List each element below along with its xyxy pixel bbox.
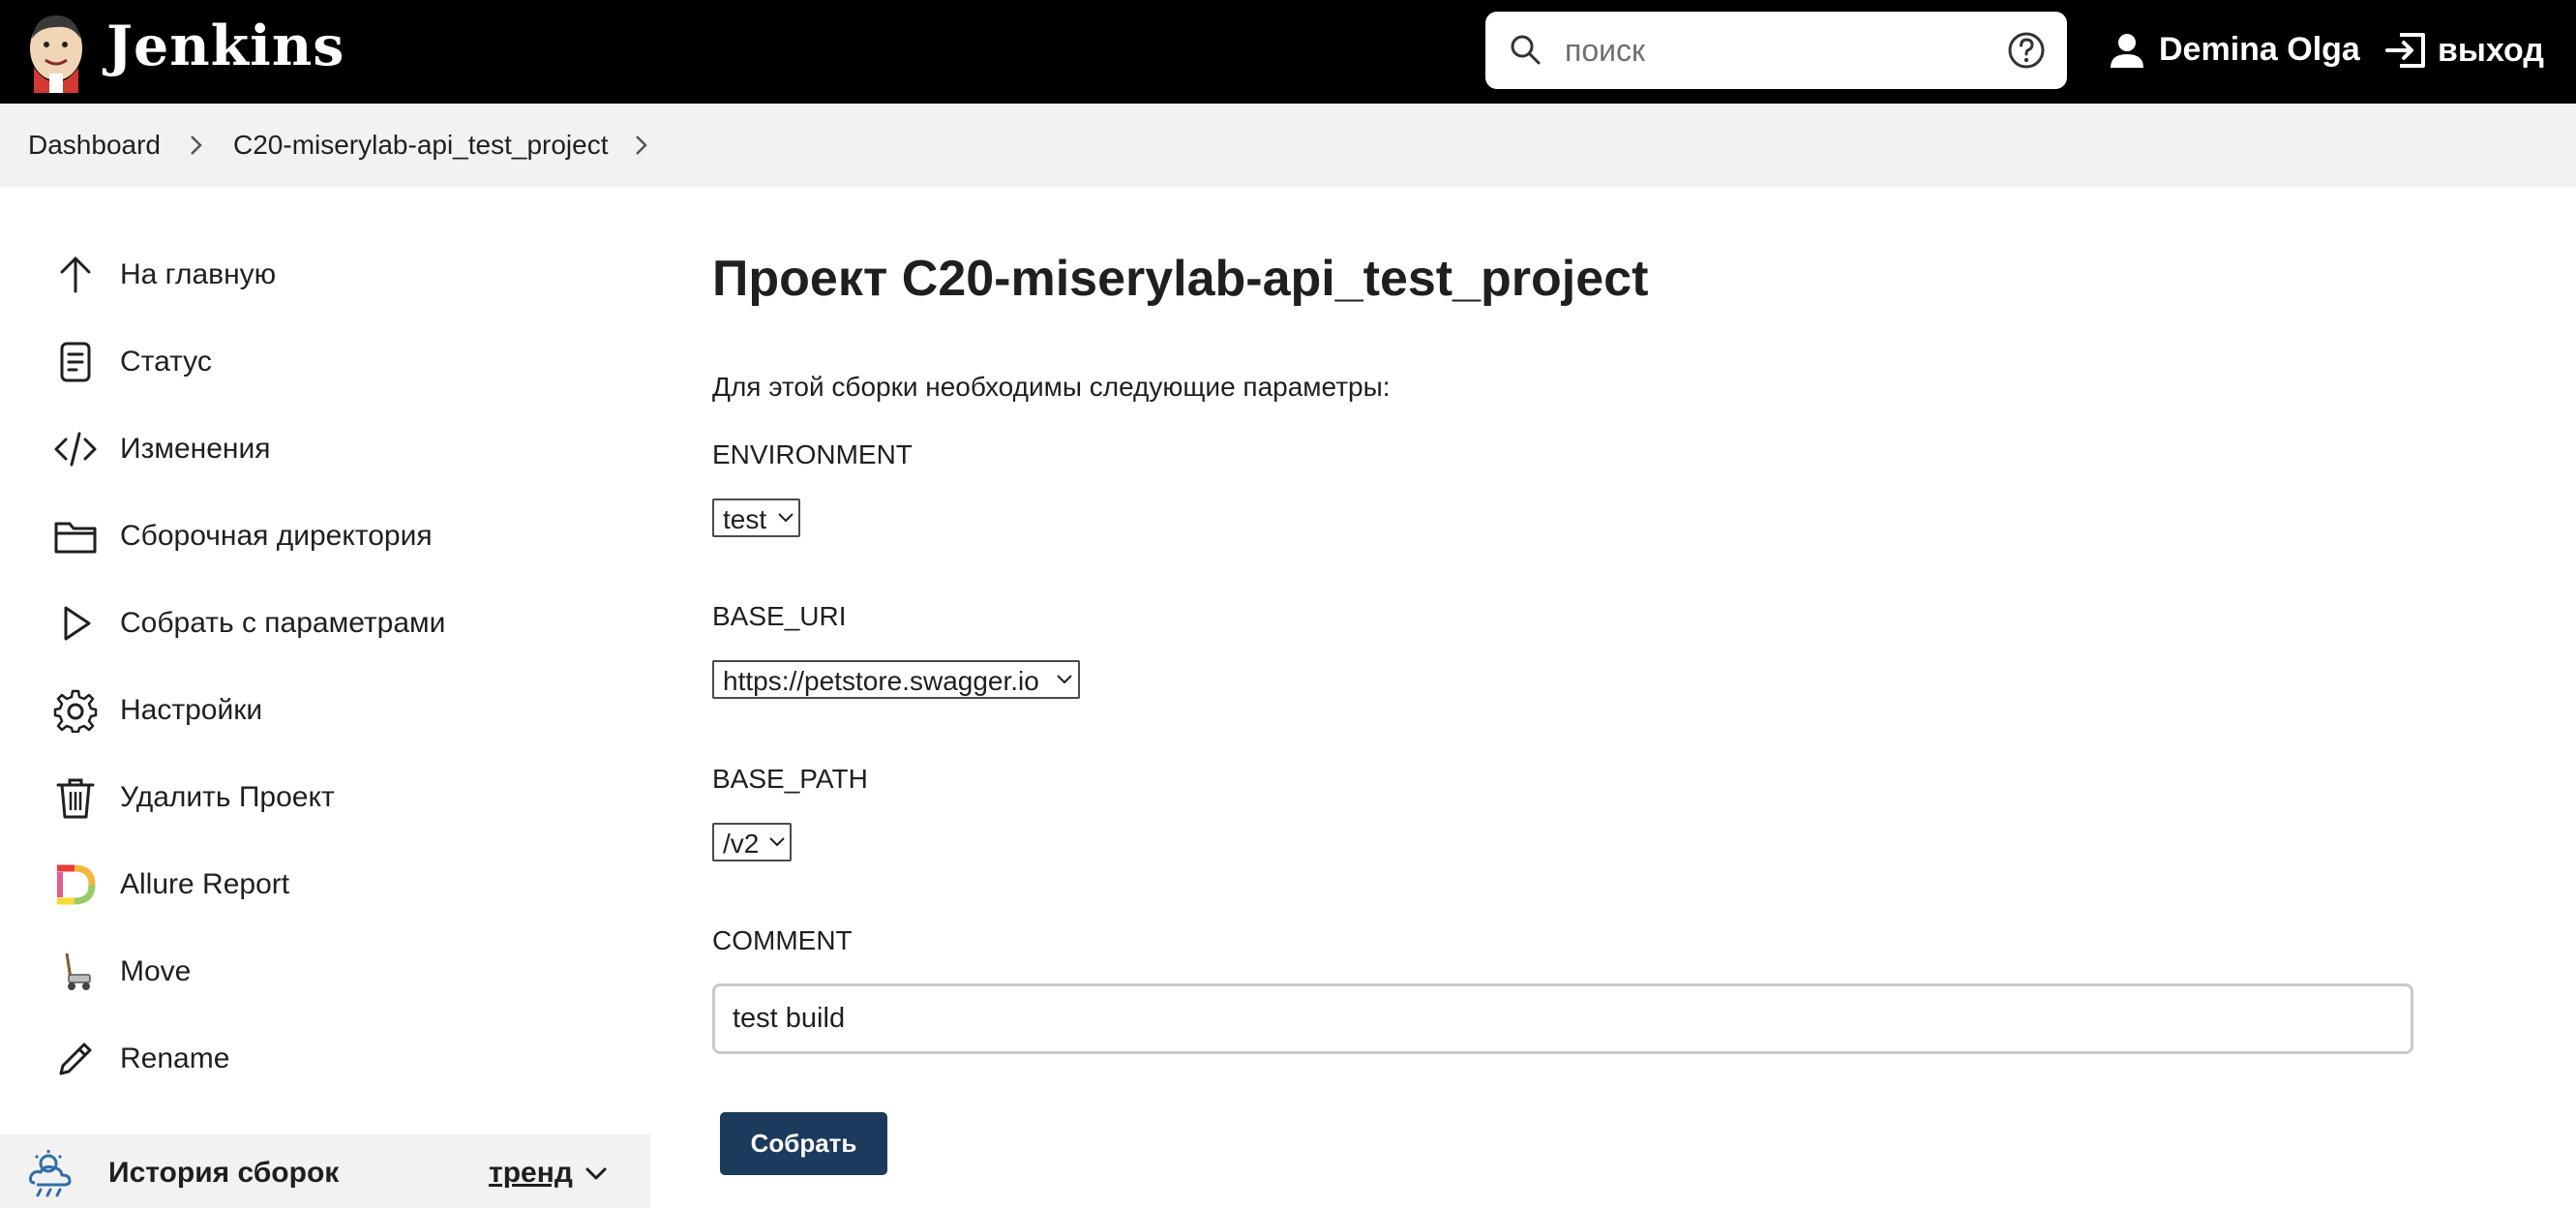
sidebar-item-label: Allure Report <box>120 868 290 900</box>
code-icon <box>54 432 97 467</box>
move-icon <box>65 952 91 990</box>
breadcrumb-project[interactable]: C20-miserylab-api_test_project <box>233 130 609 161</box>
trash-icon <box>56 778 95 819</box>
sidebar-item-status[interactable]: Статус <box>0 318 650 406</box>
parameters-intro: Для этой сборки необходимы следующие пар… <box>712 372 1391 402</box>
chevron-right-icon <box>191 136 202 155</box>
build-button[interactable]: Собрать <box>720 1112 887 1175</box>
play-icon <box>64 606 91 641</box>
page-title: Проект C20-miserylab-api_test_project <box>712 251 1649 307</box>
jenkins-logo-icon[interactable] <box>26 10 86 93</box>
breadcrumb: Dashboard C20-miserylab-api_test_project <box>0 104 2576 187</box>
param-label-base-path: BASE_PATH <box>712 764 868 794</box>
select-value: https://petstore.swagger.io <box>723 666 1039 696</box>
sidebar-item-label: Сборочная директория <box>120 520 433 552</box>
base-path-select[interactable]: /v2 <box>712 823 792 861</box>
sidebar-item-workspace[interactable]: Сборочная директория <box>0 493 650 580</box>
folder-icon <box>54 522 97 554</box>
top-header: Jenkins Demina Olga выход <box>0 0 2576 104</box>
sidebar-item-build-with-parameters[interactable]: Собрать с параметрами <box>0 580 650 667</box>
trend-link[interactable]: тренд <box>489 1157 573 1190</box>
search-icon <box>1511 35 1541 65</box>
build-history-panel: История сборок тренд <box>0 1134 650 1208</box>
select-value: /v2 <box>723 829 760 859</box>
param-label-comment: COMMENT <box>712 925 853 955</box>
arrow-up-icon <box>60 257 91 293</box>
help-icon[interactable] <box>2007 31 2046 70</box>
chevron-down-icon <box>778 513 794 523</box>
param-label-environment: ENVIRONMENT <box>712 439 913 469</box>
sidebar-item-changes[interactable]: Изменения <box>0 406 650 493</box>
user-name-link[interactable]: Demina Olga <box>2159 31 2360 69</box>
sidebar-item-move[interactable]: Move <box>0 928 650 1015</box>
sidebar-item-settings[interactable]: Настройки <box>0 667 650 754</box>
logout-link[interactable]: выход <box>2438 32 2544 70</box>
comment-input[interactable] <box>712 983 2413 1054</box>
user-icon[interactable] <box>2108 31 2146 70</box>
sidebar-item-rename[interactable]: Rename <box>0 1015 650 1102</box>
weather-icon <box>29 1150 72 1197</box>
param-label-base-uri: BASE_URI <box>712 601 847 631</box>
sidebar-item-label: Статус <box>120 346 212 378</box>
pencil-icon <box>59 1042 92 1075</box>
build-history-title: История сборок <box>108 1157 340 1189</box>
base-uri-select[interactable]: https://petstore.swagger.io <box>712 660 1080 699</box>
select-value: test <box>723 504 767 534</box>
sidebar-item-home[interactable]: На главную <box>0 231 650 318</box>
logout-icon[interactable] <box>2384 31 2427 70</box>
environment-select[interactable]: test <box>712 498 800 537</box>
breadcrumb-dashboard[interactable]: Dashboard <box>28 130 161 161</box>
gear-icon <box>53 689 98 733</box>
sidebar-item-label: Удалить Проект <box>120 781 335 813</box>
chevron-down-icon <box>769 837 785 847</box>
brand-title[interactable]: Jenkins <box>106 14 344 78</box>
sidebar-item-label: Изменения <box>120 433 271 465</box>
chevron-right-icon[interactable] <box>631 133 652 158</box>
sidebar-item-delete-project[interactable]: Удалить Проект <box>0 754 650 841</box>
search-input[interactable] <box>1565 27 1971 74</box>
sidebar-item-label: Настройки <box>120 694 263 726</box>
chevron-down-icon <box>1057 675 1072 684</box>
allure-icon <box>57 864 96 905</box>
sidebar-item-label: На главную <box>120 258 277 290</box>
search-box[interactable] <box>1485 12 2067 89</box>
chevron-down-icon[interactable] <box>584 1163 609 1185</box>
sidebar-item-allure-report[interactable]: Allure Report <box>0 841 650 928</box>
document-icon <box>60 342 91 382</box>
sidebar-item-label: Move <box>120 955 192 987</box>
sidebar-item-label: Собрать с параметрами <box>120 607 446 639</box>
sidebar-item-label: Rename <box>120 1042 230 1074</box>
